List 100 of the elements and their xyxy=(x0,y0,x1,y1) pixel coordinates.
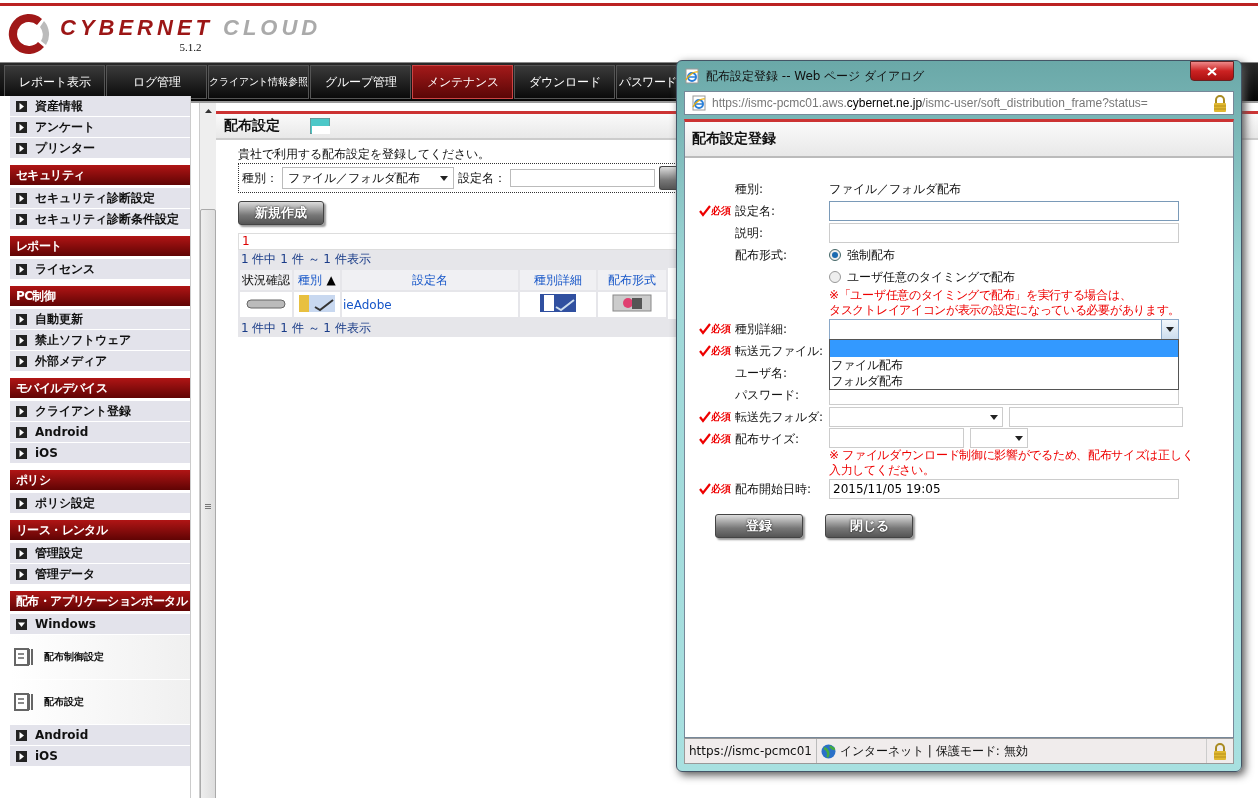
dropdown-arrow-icon xyxy=(1015,435,1023,441)
radio-button[interactable] xyxy=(829,249,841,261)
sidebar-item[interactable]: iOS xyxy=(10,746,190,766)
sidebar-item[interactable]: ライセンス xyxy=(10,259,190,279)
edit-settings-icon xyxy=(14,647,34,667)
radio-button[interactable] xyxy=(829,271,841,283)
text-field[interactable]: 2015/11/05 19:05 xyxy=(829,479,1179,499)
new-button[interactable]: 新規作成 xyxy=(238,201,324,225)
radio-label: ユーザ任意のタイミングで配布 xyxy=(847,268,1015,286)
collapsed-arrow-icon xyxy=(16,355,27,367)
sidebar-item[interactable]: 管理設定 xyxy=(10,543,190,563)
filter-label: 種別： xyxy=(242,169,278,187)
field-label: 配布開始日時: xyxy=(735,480,812,498)
status-pill-icon[interactable] xyxy=(246,298,286,309)
nav-tab[interactable]: ログ管理 xyxy=(106,65,207,99)
nav-tab[interactable]: クライアント情報参照 xyxy=(208,65,309,99)
field-label: 転送元ファイル: xyxy=(735,342,824,360)
sidebar-item[interactable]: クライアント登録 xyxy=(10,401,190,421)
text-field[interactable] xyxy=(829,428,964,448)
lock-icon xyxy=(1213,94,1227,112)
warning-note: ※ ファイルダウンロード制御に影響がでるため、配布サイズは正しく xyxy=(829,448,1195,463)
status-url: https://ismc-pcmc01 xyxy=(685,739,817,763)
collapsed-arrow-icon xyxy=(16,547,27,559)
sidebar-item[interactable]: アンケート xyxy=(10,117,190,137)
security-zone: インターネット | 保護モード: 無効 xyxy=(840,742,1028,760)
filter-label: 設定名： xyxy=(458,169,506,187)
text-field[interactable] xyxy=(829,223,1179,243)
sidebar-item[interactable]: セキュリティ診断設定 xyxy=(10,188,190,208)
browser-icon xyxy=(684,68,700,84)
logo-text: CLOUD xyxy=(223,15,322,41)
sidebar-item[interactable]: Android xyxy=(10,422,190,442)
warning-note: タスクトレイアイコンが表示の設定になっている必要があります。 xyxy=(829,303,1181,318)
nav-tab[interactable]: グループ管理 xyxy=(310,65,411,99)
warning-note: ※「ユーザ任意のタイミングで配布」を実行する場合は、 xyxy=(829,288,1133,303)
section-header: リース・レンタル xyxy=(10,520,190,540)
collapsed-arrow-icon xyxy=(16,313,27,325)
text-field[interactable] xyxy=(829,201,1179,221)
dropdown-arrow-icon xyxy=(990,414,998,420)
collapsed-arrow-icon xyxy=(16,729,27,741)
name-field[interactable] xyxy=(510,169,655,187)
column-header[interactable]: 種別 ▲ xyxy=(294,270,340,290)
warning-note: 入力してください。 xyxy=(829,463,936,478)
address-url: https://ismc-pcmc01.aws.cybernet.ne.jp/ismc-user/soft_distribution_frame?status= xyxy=(712,96,1149,110)
section-header: PC制御 xyxy=(10,286,190,306)
section-header: 配布・アプリケーションポータル xyxy=(10,591,190,611)
sidebar-item[interactable]: iOS xyxy=(10,443,190,463)
sidebar-item[interactable]: Windows xyxy=(10,614,190,634)
type-dropdown[interactable]: ファイル／フォルダ配布 xyxy=(282,167,454,189)
field-label: パスワード: xyxy=(735,386,800,404)
nav-tab[interactable]: メンテナンス xyxy=(412,65,513,99)
folder-check-icon xyxy=(297,293,337,313)
sidebar-item[interactable]: プリンター xyxy=(10,138,190,158)
install-icon xyxy=(612,294,652,312)
sidebar-item[interactable]: 資産情報 xyxy=(10,96,190,116)
logo-text: CYBERNET xyxy=(60,15,213,41)
globe-icon xyxy=(821,743,836,759)
collapsed-arrow-icon xyxy=(16,263,27,275)
field-label: 種別: xyxy=(735,180,764,198)
sidebar-item[interactable]: ポリシ設定 xyxy=(10,493,190,513)
required-mark: 必須 xyxy=(699,344,731,358)
dropdown-option[interactable]: フォルダ配布 xyxy=(830,373,1178,389)
dropdown-option[interactable]: ファイル配布 xyxy=(830,357,1178,373)
dropdown-arrow-icon xyxy=(1166,326,1174,332)
text-field[interactable] xyxy=(1009,407,1183,427)
required-mark: 必須 xyxy=(699,432,731,446)
nav-tab[interactable]: ダウンロード xyxy=(514,65,615,99)
section-header: セキュリティ xyxy=(10,165,190,185)
sidebar-item[interactable]: セキュリティ診断条件設定 xyxy=(10,209,190,229)
column-header[interactable]: 設定名 xyxy=(342,270,518,290)
field-label: 説明: xyxy=(735,224,764,242)
column-header[interactable]: 種別詳細 xyxy=(520,270,596,290)
sidebar-item[interactable]: 自動更新 xyxy=(10,309,190,329)
field-label: 配布サイズ: xyxy=(735,430,800,448)
field-value: ファイル／フォルダ配布 xyxy=(829,180,962,198)
sidebar-item[interactable]: 禁止ソフトウェア xyxy=(10,330,190,350)
section-header: ポリシ xyxy=(10,470,190,490)
scroll-up-icon[interactable] xyxy=(204,109,212,113)
sidebar-item[interactable]: Android xyxy=(10,725,190,745)
setting-link[interactable]: ieAdobe xyxy=(342,292,518,317)
collapsed-arrow-icon xyxy=(16,405,27,417)
nav-tab[interactable]: レポート表示 xyxy=(4,65,105,99)
column-header[interactable]: 配布形式 xyxy=(598,270,666,290)
close-button[interactable] xyxy=(1190,61,1234,81)
column-header: 状況確認 xyxy=(240,270,292,290)
field-label: 転送先フォルダ: xyxy=(735,408,824,426)
description-text: 貴社で利用する配布設定を登録してください。 xyxy=(238,146,491,163)
field-label: 設定名: xyxy=(735,202,776,220)
collapsed-arrow-icon xyxy=(16,750,27,762)
dropdown[interactable] xyxy=(829,318,1179,340)
sidebar-item[interactable]: 外部メディア xyxy=(10,351,190,371)
required-mark: 必須 xyxy=(699,482,731,496)
dropdown-arrow-icon xyxy=(440,175,448,181)
page-title: 配布設定 xyxy=(224,117,280,135)
browser-icon xyxy=(691,95,707,111)
field-label: 種別詳細: xyxy=(735,320,788,338)
collapsed-arrow-icon xyxy=(16,334,27,346)
sidebar-item[interactable]: 管理データ xyxy=(10,564,190,584)
radio-label: 強制配布 xyxy=(847,246,895,264)
edit-settings-icon xyxy=(14,692,34,712)
collapsed-arrow-icon xyxy=(16,568,27,580)
